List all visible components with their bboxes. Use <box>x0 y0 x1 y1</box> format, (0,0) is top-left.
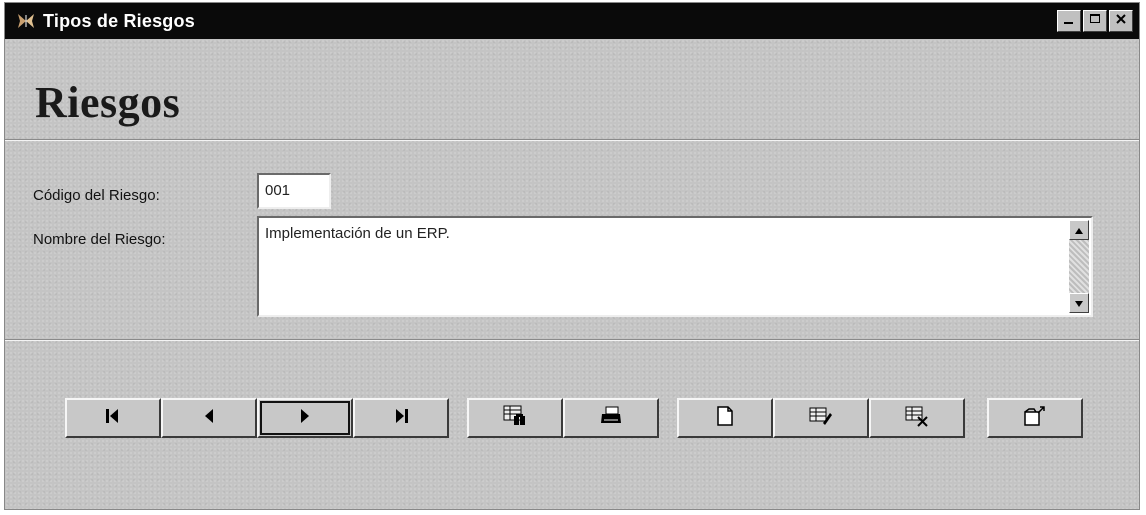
printer-icon <box>599 405 623 432</box>
maximize-icon <box>1089 12 1101 30</box>
vertical-scrollbar[interactable] <box>1069 220 1089 313</box>
window-title: Tipos de Riesgos <box>43 10 195 31</box>
page-title: Riesgos <box>35 78 181 127</box>
minimize-button[interactable] <box>1057 10 1081 32</box>
new-document-icon <box>715 405 735 432</box>
find-record-button[interactable] <box>467 398 563 438</box>
title-bar[interactable]: Tipos de Riesgos <box>5 3 1139 39</box>
previous-record-button[interactable] <box>161 398 257 438</box>
divider-bottom <box>5 339 1139 341</box>
close-form-button[interactable] <box>987 398 1083 438</box>
close-icon <box>1115 12 1127 30</box>
close-button[interactable] <box>1109 10 1133 32</box>
edit-record-icon <box>809 405 833 432</box>
first-icon <box>103 406 123 431</box>
scroll-up-button[interactable] <box>1069 220 1089 240</box>
codigo-input[interactable]: 001 <box>257 173 331 209</box>
codigo-value: 001 <box>265 182 291 199</box>
nombre-value: Implementación de un ERP. <box>265 225 450 242</box>
arrow-up-icon <box>1074 222 1084 239</box>
window-controls <box>1057 10 1133 32</box>
first-record-button[interactable] <box>65 398 161 438</box>
delete-record-icon <box>905 405 929 432</box>
arrow-down-icon <box>1074 295 1084 312</box>
nombre-textarea[interactable]: Implementación de un ERP. <box>257 216 1093 317</box>
last-record-button[interactable] <box>353 398 449 438</box>
maximize-button[interactable] <box>1083 10 1107 32</box>
codigo-label: Código del Riesgo: <box>33 187 160 204</box>
previous-icon <box>199 406 219 431</box>
next-icon <box>295 406 315 431</box>
scroll-down-button[interactable] <box>1069 293 1089 313</box>
find-record-icon <box>503 405 527 432</box>
print-button[interactable] <box>563 398 659 438</box>
exit-icon <box>1023 405 1047 432</box>
nombre-label: Nombre del Riesgo: <box>33 231 166 248</box>
form-window: Tipos de Riesgos Riesgos Código del Ries… <box>4 2 1140 510</box>
minimize-icon <box>1063 12 1075 30</box>
new-record-button[interactable] <box>677 398 773 438</box>
next-record-button[interactable] <box>257 398 353 438</box>
delete-record-button[interactable] <box>869 398 965 438</box>
edit-record-button[interactable] <box>773 398 869 438</box>
divider-top <box>5 139 1139 141</box>
butterfly-icon <box>15 10 37 32</box>
last-icon <box>391 406 411 431</box>
